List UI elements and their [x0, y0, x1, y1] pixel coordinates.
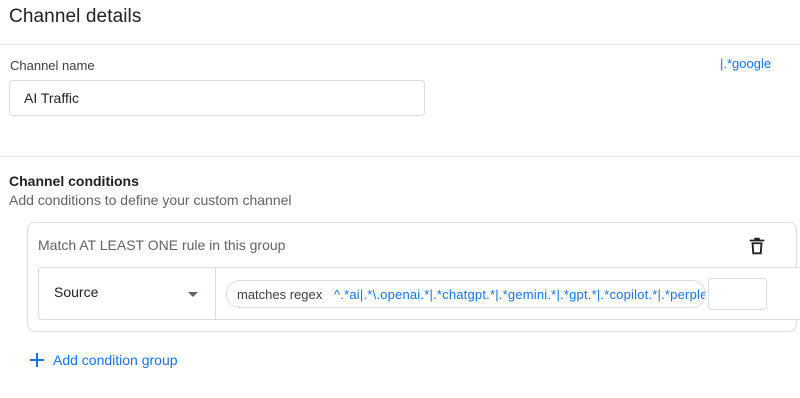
operator-label: matches regex — [237, 287, 323, 302]
page-title: Channel details — [9, 6, 142, 27]
plus-icon — [29, 352, 45, 368]
add-condition-group-button[interactable]: Add condition group — [29, 350, 178, 370]
condition-group-header: Match AT LEAST ONE rule in this group — [38, 237, 286, 253]
condition-rule-row: Source matches regex ^.*ai|.*\.openai.*|… — [38, 267, 800, 320]
channel-name-input[interactable] — [9, 80, 425, 116]
dimension-select-value: Source — [54, 284, 99, 300]
add-condition-group-label: Add condition group — [53, 352, 178, 368]
chevron-down-icon — [188, 292, 198, 297]
regex-condition-chip[interactable]: matches regex ^.*ai|.*\.openai.*|.*chatg… — [226, 280, 706, 308]
edit-condition-button[interactable] — [708, 278, 767, 310]
channel-conditions-subtitle: Add conditions to define your custom cha… — [9, 192, 292, 208]
channel-name-label: Channel name — [10, 58, 95, 73]
regex-value: ^.*ai|.*\.openai.*|.*chatgpt.*|.*gemini.… — [334, 287, 706, 302]
dimension-select[interactable]: Source — [39, 268, 216, 319]
trash-icon[interactable] — [746, 235, 768, 257]
channel-conditions-title: Channel conditions — [9, 173, 139, 189]
top-divider — [0, 44, 800, 45]
section-divider — [0, 156, 800, 157]
condition-group: Match AT LEAST ONE rule in this group So… — [27, 222, 800, 332]
regex-value-overflow: |.*google — [720, 56, 772, 71]
